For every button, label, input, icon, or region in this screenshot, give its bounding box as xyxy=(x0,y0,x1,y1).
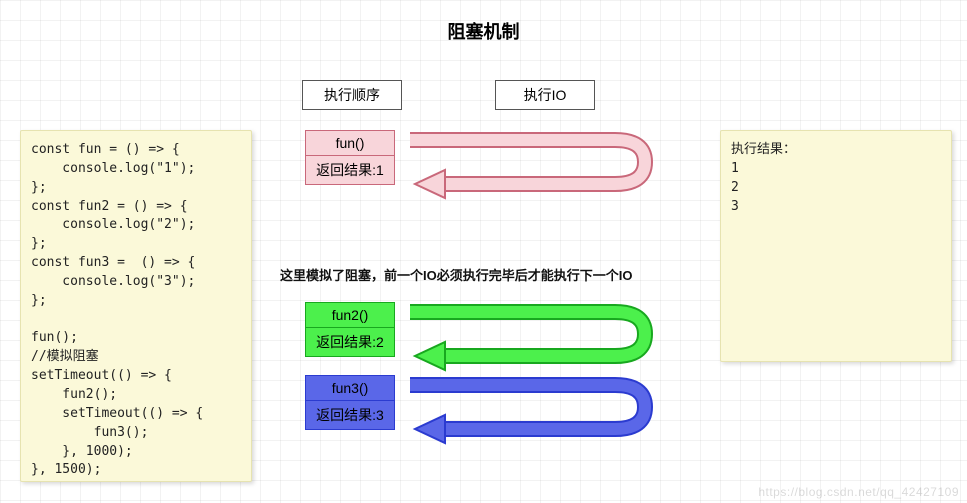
uturn-arrow-green xyxy=(405,294,665,374)
diagram-title: 阻塞机制 xyxy=(0,18,967,44)
result-note: 执行结果： 1 2 3 xyxy=(720,130,952,362)
label-io: 执行IO xyxy=(495,80,595,110)
fn1-call: fun() xyxy=(305,130,395,156)
fn2-return: 返回结果:2 xyxy=(305,328,395,357)
fn2-block: fun2() 返回结果:2 xyxy=(305,302,395,357)
blocking-caption: 这里模拟了阻塞，前一个IO必须执行完毕后才能执行下一个IO xyxy=(280,265,632,284)
fn3-return: 返回结果:3 xyxy=(305,401,395,430)
fn3-call: fun3() xyxy=(305,375,395,401)
code-note: const fun = () => { console.log("1"); };… xyxy=(20,130,252,482)
fn1-return: 返回结果:1 xyxy=(305,156,395,185)
fn3-block: fun3() 返回结果:3 xyxy=(305,375,395,430)
uturn-arrow-pink xyxy=(405,122,665,202)
watermark: https://blog.csdn.net/qq_42427109 xyxy=(758,485,959,499)
fn2-call: fun2() xyxy=(305,302,395,328)
uturn-arrow-blue xyxy=(405,367,665,447)
label-sequence: 执行顺序 xyxy=(302,80,402,110)
fn1-block: fun() 返回结果:1 xyxy=(305,130,395,185)
